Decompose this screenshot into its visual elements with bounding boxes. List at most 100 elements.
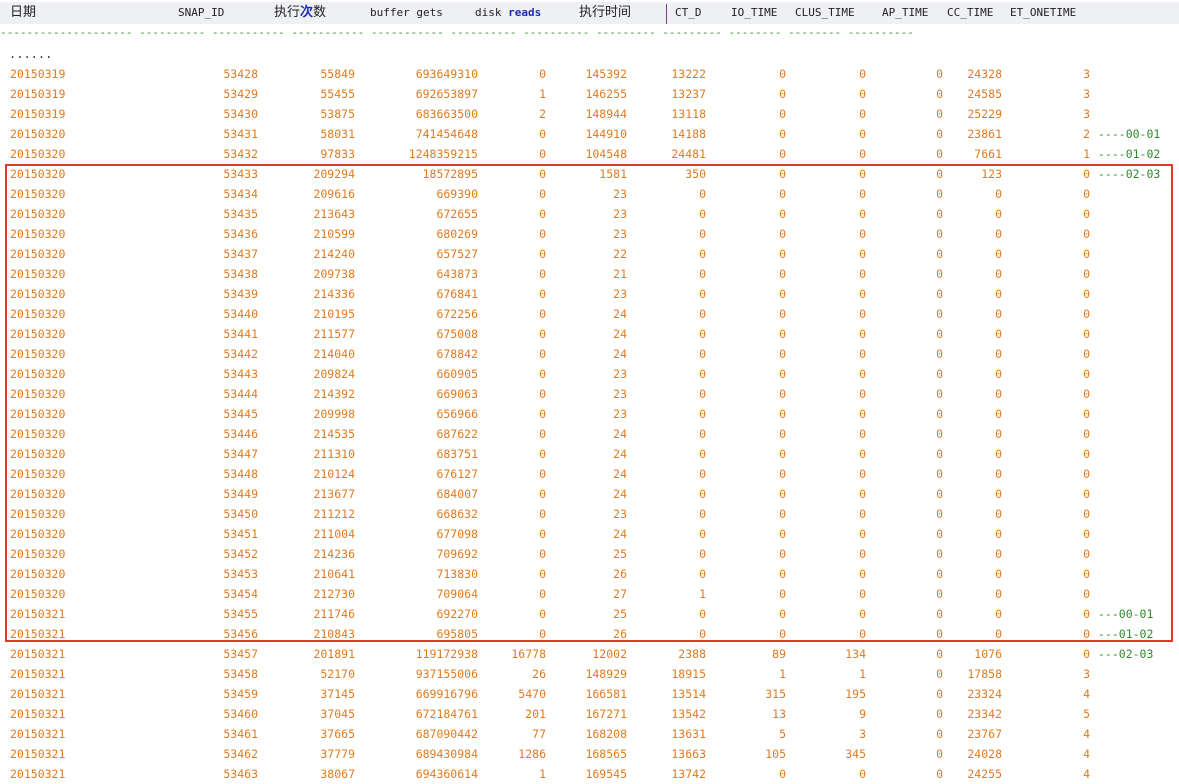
cell-ap-time: 0 [936, 587, 943, 601]
cell-disk-reads: 201 [525, 707, 546, 721]
cell-exec-count: 37779 [320, 747, 355, 761]
cell-et-onetime: 0 [1083, 367, 1090, 381]
cell-ct-d: 0 [699, 347, 706, 361]
cell-date: 20150321 [10, 707, 66, 721]
cell-snap-id: 53450 [223, 507, 258, 521]
cell-exec-count: 210641 [313, 567, 355, 581]
cell-clus-time: 0 [859, 87, 866, 101]
cell-exec-time: 24 [613, 527, 627, 541]
cell-disk-reads: 0 [539, 407, 546, 421]
cell-exec-time: 23 [613, 507, 627, 521]
cell-ct-d: 0 [699, 287, 706, 301]
cell-snap-id: 53436 [223, 227, 258, 241]
cell-buffer-gets: 692653897 [415, 87, 478, 101]
cell-clus-time: 134 [845, 647, 866, 661]
cell-et-onetime: 0 [1083, 567, 1090, 581]
cell-buffer-gets: 694360614 [415, 767, 478, 781]
cell-exec-time: 24 [613, 467, 627, 481]
cell-date: 20150321 [10, 607, 66, 621]
cell-clus-time: 0 [859, 467, 866, 481]
cell-exec-count: 211212 [313, 507, 355, 521]
cell-buffer-gets: 689430984 [415, 747, 478, 761]
cell-ap-time: 0 [936, 707, 943, 721]
cell-cc-time: 7661 [974, 147, 1002, 161]
cell-et-onetime: 2 [1083, 127, 1090, 141]
cell-exec-time: 1581 [599, 167, 627, 181]
cell-disk-reads: 26 [532, 667, 546, 681]
cell-date: 20150320 [10, 447, 66, 461]
cell-buffer-gets: 643873 [436, 267, 478, 281]
cell-date: 20150321 [10, 627, 66, 641]
cell-clus-time: 0 [859, 127, 866, 141]
cell-cc-time: 0 [995, 427, 1002, 441]
cell-buffer-gets: 677098 [436, 527, 478, 541]
cell-exec-time: 26 [613, 627, 627, 641]
cell-date: 20150320 [10, 307, 66, 321]
cell-date: 20150320 [10, 227, 66, 241]
cell-date: 20150320 [10, 387, 66, 401]
cell-exec-count: 210124 [313, 467, 355, 481]
cell-ct-d: 18915 [671, 667, 706, 681]
cell-snap-id: 53432 [223, 147, 258, 161]
cell-date: 20150320 [10, 247, 66, 261]
header-io-time: IO_TIME [731, 6, 778, 19]
cell-clus-time: 0 [859, 167, 866, 181]
cell-ap-time: 0 [936, 227, 943, 241]
cell-snap-id: 53441 [223, 327, 258, 341]
cell-snap-id: 53456 [223, 627, 258, 641]
cell-exec-count: 214240 [313, 247, 355, 261]
cell-ap-time: 0 [936, 627, 943, 641]
table-row: 20150320 53452 214236 709692 0 25 0 0 0 0 0 0 [0, 544, 1179, 564]
cell-io-time: 0 [779, 527, 786, 541]
table-row: 20150321 53456 210843 695805 0 26 0 0 0 0 0 0 ---01-… [0, 624, 1179, 644]
cell-ct-d: 13514 [671, 687, 706, 701]
cell-ap-time: 0 [936, 427, 943, 441]
cell-ct-d: 0 [699, 227, 706, 241]
cell-buffer-gets: 741454648 [415, 127, 478, 141]
cell-snap-id: 53433 [223, 167, 258, 181]
cell-ct-d: 13237 [671, 87, 706, 101]
cell-ap-time: 0 [936, 267, 943, 281]
cell-ap-time: 0 [936, 487, 943, 501]
cell-note: ---02-03 [1098, 647, 1154, 661]
cell-exec-time: 148929 [585, 667, 627, 681]
cell-snap-id: 53443 [223, 367, 258, 381]
cell-note: ---01-02 [1098, 627, 1154, 641]
cell-date: 20150320 [10, 267, 66, 281]
cell-exec-count: 209824 [313, 367, 355, 381]
cell-clus-time: 0 [859, 227, 866, 241]
cell-ct-d: 0 [699, 607, 706, 621]
cell-ct-d: 0 [699, 367, 706, 381]
cell-cc-time: 23767 [967, 727, 1002, 741]
cell-date: 20150320 [10, 547, 66, 561]
cell-et-onetime: 0 [1083, 207, 1090, 221]
table-row: 20150319 53428 55849 693649310 0 145392 13222 0… [0, 64, 1179, 84]
cell-cc-time: 0 [995, 447, 1002, 461]
cell-exec-count: 201891 [313, 647, 355, 661]
cell-ct-d: 0 [699, 527, 706, 541]
cell-cc-time: 0 [995, 507, 1002, 521]
cell-buffer-gets: 672184761 [415, 707, 478, 721]
cell-snap-id: 53435 [223, 207, 258, 221]
cell-ap-time: 0 [936, 607, 943, 621]
cell-clus-time: 0 [859, 507, 866, 521]
cell-ap-time: 0 [936, 527, 943, 541]
cell-snap-id: 53439 [223, 287, 258, 301]
cell-ap-time: 0 [936, 767, 943, 781]
table-row: 20150320 53434 209616 669390 0 23 0 0 0 0 0 0 [0, 184, 1179, 204]
cell-clus-time: 0 [859, 267, 866, 281]
cell-disk-reads: 0 [539, 487, 546, 501]
cell-ct-d: 0 [699, 547, 706, 561]
cell-clus-time: 0 [859, 207, 866, 221]
cell-clus-time: 0 [859, 367, 866, 381]
cell-disk-reads: 0 [539, 287, 546, 301]
cell-snap-id: 53453 [223, 567, 258, 581]
cell-ct-d: 13222 [671, 67, 706, 81]
table-row: 20150321 53459 37145 669916796 5470 166581 135… [0, 684, 1179, 704]
cell-date: 20150321 [10, 727, 66, 741]
cell-disk-reads: 0 [539, 367, 546, 381]
cell-io-time: 0 [779, 507, 786, 521]
cell-io-time: 0 [779, 387, 786, 401]
cell-note: ----01-02 [1098, 147, 1161, 161]
table-row: 20150320 53453 210641 713830 0 26 0 0 0 0 0 0 [0, 564, 1179, 584]
